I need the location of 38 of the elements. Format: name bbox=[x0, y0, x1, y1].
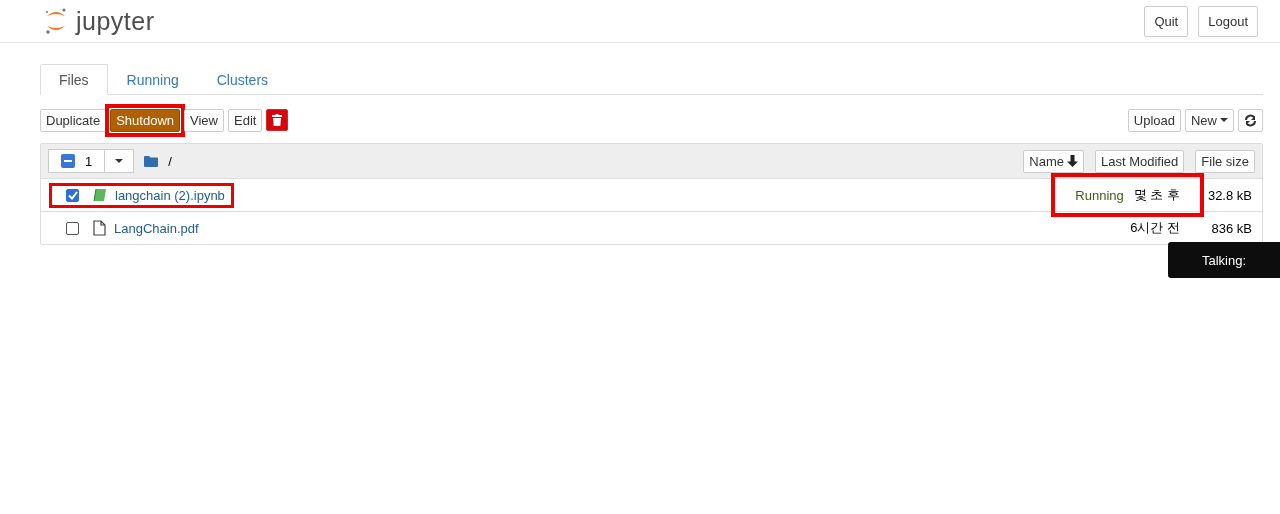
tab[interactable]: Running bbox=[107, 64, 198, 95]
trash-icon bbox=[272, 114, 283, 126]
partial-checkbox-icon bbox=[61, 154, 75, 168]
modified-time: 몇 초 후 bbox=[1133, 186, 1180, 204]
select-menu-button[interactable] bbox=[105, 149, 135, 173]
breadcrumb-path[interactable]: / bbox=[168, 153, 172, 169]
arrow-down-icon bbox=[1067, 155, 1078, 167]
file-size: 836 kB bbox=[1210, 220, 1252, 236]
jupyter-logo-icon bbox=[44, 6, 68, 36]
new-dropdown-button[interactable]: New bbox=[1185, 108, 1234, 132]
logo-text[interactable]: jupyter bbox=[76, 6, 155, 36]
refresh-icon bbox=[1244, 113, 1257, 127]
file-name-link[interactable]: LangChain.pdf bbox=[114, 220, 199, 236]
file-icon bbox=[93, 220, 106, 236]
sort-button[interactable]: File size bbox=[1195, 149, 1255, 173]
sort-button[interactable]: Name bbox=[1023, 149, 1084, 173]
action-button[interactable]: Edit bbox=[228, 108, 263, 132]
action-button[interactable]: Shutdown bbox=[110, 108, 181, 132]
header-button[interactable]: Logout bbox=[1198, 5, 1258, 37]
row-checkbox[interactable] bbox=[66, 221, 79, 235]
header-button[interactable]: Quit bbox=[1144, 5, 1189, 37]
upload-button[interactable]: Upload bbox=[1127, 108, 1181, 132]
notebook-icon bbox=[93, 188, 107, 202]
sort-button[interactable]: Last Modified bbox=[1095, 149, 1185, 173]
running-status: Running bbox=[1075, 187, 1124, 203]
select-all-button[interactable]: 1 bbox=[48, 149, 106, 173]
folder-icon bbox=[144, 155, 159, 167]
action-button[interactable]: Duplicate bbox=[40, 108, 107, 132]
action-button[interactable]: View bbox=[184, 108, 224, 132]
tab[interactable]: Files bbox=[40, 64, 108, 95]
tooltip: Talking: bbox=[1168, 242, 1280, 278]
tab[interactable]: Clusters bbox=[197, 64, 288, 95]
selected-count: 1 bbox=[85, 153, 93, 169]
delete-button[interactable] bbox=[266, 109, 289, 131]
file-size: 32.8 kB bbox=[1206, 187, 1252, 203]
row-checkbox[interactable] bbox=[66, 188, 79, 202]
refresh-button[interactable] bbox=[1238, 108, 1263, 132]
modified-time: 6시간 전 bbox=[1130, 219, 1180, 237]
